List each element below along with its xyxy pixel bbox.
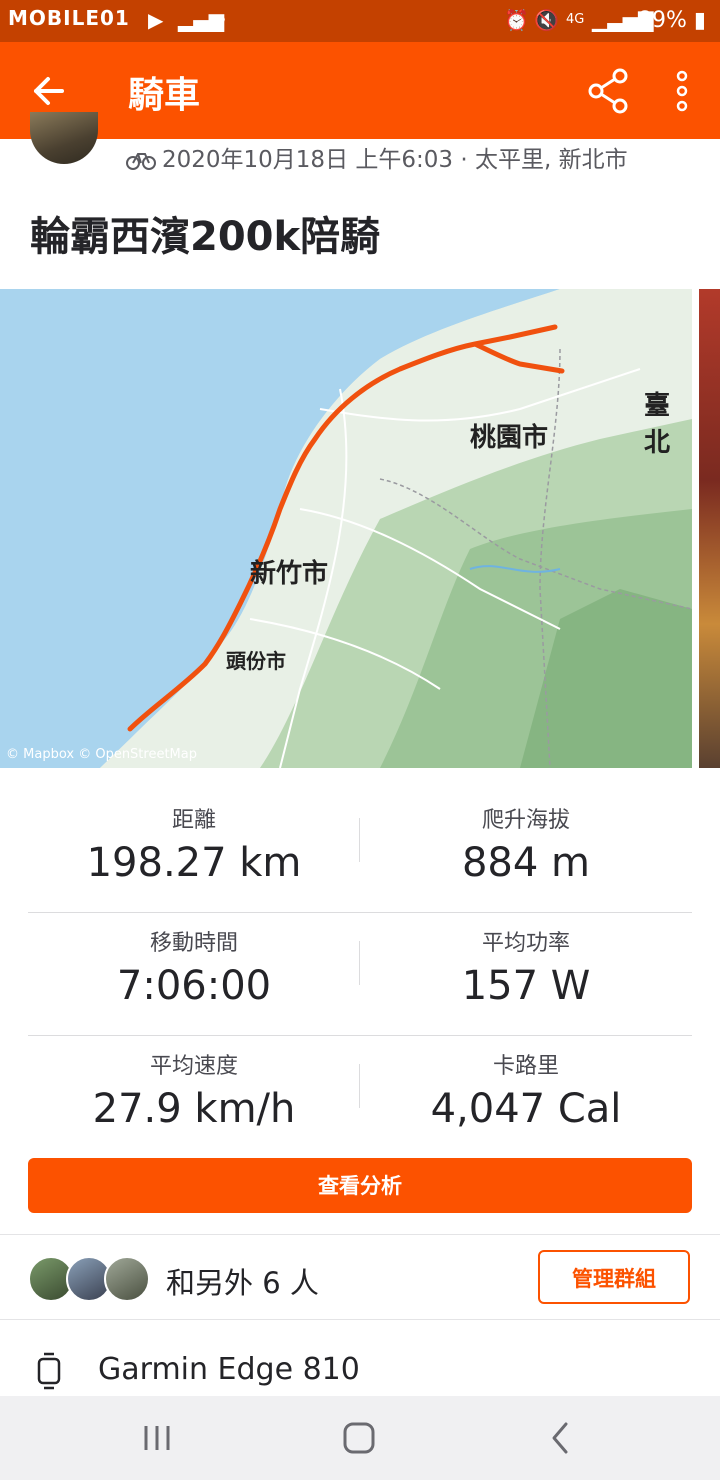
share-button[interactable]: [584, 66, 634, 116]
recent-apps-button[interactable]: [132, 1416, 182, 1460]
more-options-button[interactable]: [662, 66, 702, 116]
stat-moving-time: 移動時間 7:06:00: [28, 913, 360, 1035]
stat-value: 157 W: [461, 963, 591, 1009]
group-avatars[interactable]: [28, 1256, 150, 1302]
stat-distance: 距離 198.27 km: [28, 790, 360, 912]
stat-label: 距離: [171, 808, 216, 833]
status-bar: MOBILE01 ▶ ▂▄▆ • ⏰ 🔇 4G ▁▃▅▇ 89% ▮: [0, 0, 720, 42]
stats-row: 平均速度 27.9 km/h 卡路里 4,047 Cal: [28, 1036, 692, 1158]
athlete-avatar[interactable]: [30, 112, 98, 164]
map-label-toufen: 頭份市: [226, 649, 286, 673]
app-bar: 騎車: [0, 42, 720, 139]
stat-calories: 卡路里 4,047 Cal: [360, 1036, 692, 1158]
divider: [0, 1234, 720, 1235]
stat-label: 平均速度: [149, 1054, 238, 1079]
device-name: Garmin Edge 810: [98, 1352, 360, 1387]
back-nav-button[interactable]: [536, 1416, 586, 1460]
map-label-taoyuan: 桃園市: [470, 423, 549, 453]
manage-group-button[interactable]: 管理群組: [538, 1250, 690, 1304]
stat-value: 4,047 Cal: [430, 1086, 622, 1132]
activity-date-location: 2020年10月18日 上午6:03 · 太平里, 新北市: [162, 147, 628, 173]
chevron-left-icon: [552, 1422, 568, 1454]
stats-row: 距離 198.27 km 爬升海拔 884 m: [28, 790, 692, 913]
bike-icon: [126, 153, 156, 170]
recent-apps-icon: [144, 1426, 170, 1450]
watch-icon: [37, 1352, 61, 1390]
stat-avg-speed: 平均速度 27.9 km/h: [28, 1036, 360, 1158]
map-label-taipei: 臺北: [644, 391, 671, 458]
map-credit: © Mapbox © OpenStreetMap: [6, 747, 197, 762]
home-icon: [343, 1422, 375, 1454]
back-arrow-icon: [34, 77, 64, 105]
stat-value: 27.9 km/h: [92, 1086, 296, 1132]
stat-avg-power: 平均功率 157 W: [360, 913, 692, 1035]
watermark-logo: MOBILE01: [8, 6, 130, 30]
activity-title: 輪霸西濱200k陪騎: [30, 214, 381, 260]
route-line: [127, 324, 565, 732]
system-nav-bar: [0, 1396, 720, 1480]
stat-label: 卡路里: [492, 1054, 559, 1079]
battery-level: 89% ▮: [637, 8, 706, 33]
stat-value: 884 m: [461, 840, 591, 886]
stat-value: 198.27 km: [86, 840, 302, 886]
stat-label: 平均功率: [481, 931, 570, 956]
network-type: 4G: [566, 12, 585, 27]
route-map[interactable]: 桃園市 新竹市 頭份市 臺北 © Mapbox © OpenStreetMap: [0, 289, 692, 768]
map-label-hsinchu: 新竹市: [250, 559, 329, 589]
divider: [0, 1319, 720, 1320]
stat-elevation: 爬升海拔 884 m: [360, 790, 692, 912]
dot-icon: •: [216, 8, 228, 32]
page-title: 騎車: [128, 75, 201, 116]
share-icon: [588, 68, 628, 114]
stat-value: 7:06:00: [116, 963, 272, 1009]
group-members-text[interactable]: 和另外 6 人: [166, 1260, 319, 1302]
view-analysis-button[interactable]: 查看分析: [28, 1158, 692, 1213]
avatar: [104, 1256, 150, 1302]
alarm-icon: ⏰: [504, 8, 529, 32]
stats-grid: 距離 198.27 km 爬升海拔 884 m 移動時間 7:06:00 平均功…: [28, 790, 692, 1158]
stat-label: 移動時間: [149, 931, 238, 956]
stat-label: 爬升海拔: [481, 808, 570, 833]
back-button[interactable]: [24, 66, 74, 116]
stats-row: 移動時間 7:06:00 平均功率 157 W: [28, 913, 692, 1036]
more-vertical-icon: [676, 70, 688, 112]
home-button[interactable]: [334, 1416, 384, 1460]
activity-meta: 2020年10月18日 上午6:03 · 太平里, 新北市: [126, 140, 628, 174]
mute-icon: 🔇: [534, 8, 559, 32]
youtube-icon: ▶: [148, 8, 164, 32]
next-photo-preview[interactable]: [699, 289, 720, 768]
